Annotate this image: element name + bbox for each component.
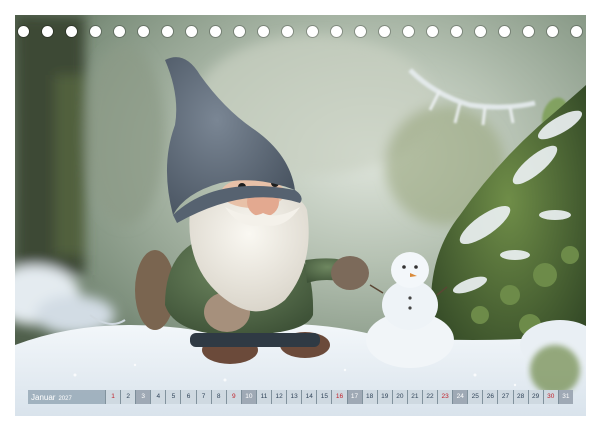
day-cell: 1 (105, 390, 121, 404)
day-cell: 13 (286, 390, 302, 404)
binding-hole (378, 26, 390, 37)
binding-hole (210, 26, 222, 37)
binding-hole (114, 26, 126, 37)
day-cell: 27 (497, 390, 513, 404)
binding-hole (258, 26, 270, 37)
day-cell: 23 (437, 390, 453, 404)
day-cell: 28 (512, 390, 528, 404)
day-cell: 24 (452, 390, 468, 404)
binding-hole (18, 26, 29, 37)
day-cell: 25 (467, 390, 483, 404)
day-cell: 6 (180, 390, 196, 404)
binding-hole (426, 26, 438, 37)
day-cell: 18 (361, 390, 377, 404)
day-cell: 16 (331, 390, 347, 404)
day-cell: 11 (255, 390, 272, 404)
day-cell: 17 (346, 390, 362, 404)
binding-hole (42, 26, 54, 37)
binding-hole (450, 26, 462, 37)
binding-hole (66, 26, 78, 37)
day-cell: 7 (195, 390, 211, 404)
day-cell: 19 (376, 390, 392, 404)
binding-hole (571, 26, 582, 37)
calendar-page: Januar 2027 1 2 3 4 5 6 7 8 9 10 11 12 13 14 15 16 17 18 19… (15, 15, 586, 416)
spiral-binding (18, 26, 582, 38)
binding-hole (330, 26, 342, 37)
day-cell: 29 (527, 390, 543, 404)
day-cell: 31 (557, 390, 573, 404)
day-cell: 30 (542, 390, 558, 404)
day-cells: 1 2 3 4 5 6 7 8 9 10 11 12 13 14 15 16 17 18 19 20 21 22 23 24 2… (105, 390, 573, 404)
day-cell: 8 (210, 390, 226, 404)
day-cell: 21 (406, 390, 422, 404)
day-cell: 2 (120, 390, 136, 404)
binding-hole (498, 26, 510, 37)
day-cell: 22 (421, 390, 438, 404)
day-cell: 12 (271, 390, 287, 404)
day-cell: 14 (301, 390, 317, 404)
binding-hole (234, 26, 246, 37)
binding-hole (522, 26, 534, 37)
calendar-strip: Januar 2027 1 2 3 4 5 6 7 8 9 10 11 12 13 14 15 16 17 18 19… (28, 390, 573, 404)
day-cell: 15 (316, 390, 332, 404)
binding-hole (90, 26, 102, 37)
day-cell: 4 (150, 390, 166, 404)
binding-hole (402, 26, 414, 37)
day-cell: 9 (225, 390, 241, 404)
year-label: 2027 (58, 395, 72, 402)
day-cell: 26 (482, 390, 498, 404)
day-cell: 10 (240, 390, 256, 404)
gnome-snowman-photo (15, 15, 586, 416)
binding-hole (474, 26, 486, 37)
binding-hole (138, 26, 150, 37)
binding-hole (186, 26, 198, 37)
binding-hole (162, 26, 174, 37)
day-cell: 3 (135, 390, 151, 404)
binding-hole (282, 26, 294, 37)
day-cell: 20 (391, 390, 407, 404)
binding-hole (546, 26, 558, 37)
binding-hole (354, 26, 366, 37)
binding-hole (306, 26, 318, 37)
month-label: Januar 2027 (31, 392, 72, 402)
day-cell: 5 (165, 390, 181, 404)
